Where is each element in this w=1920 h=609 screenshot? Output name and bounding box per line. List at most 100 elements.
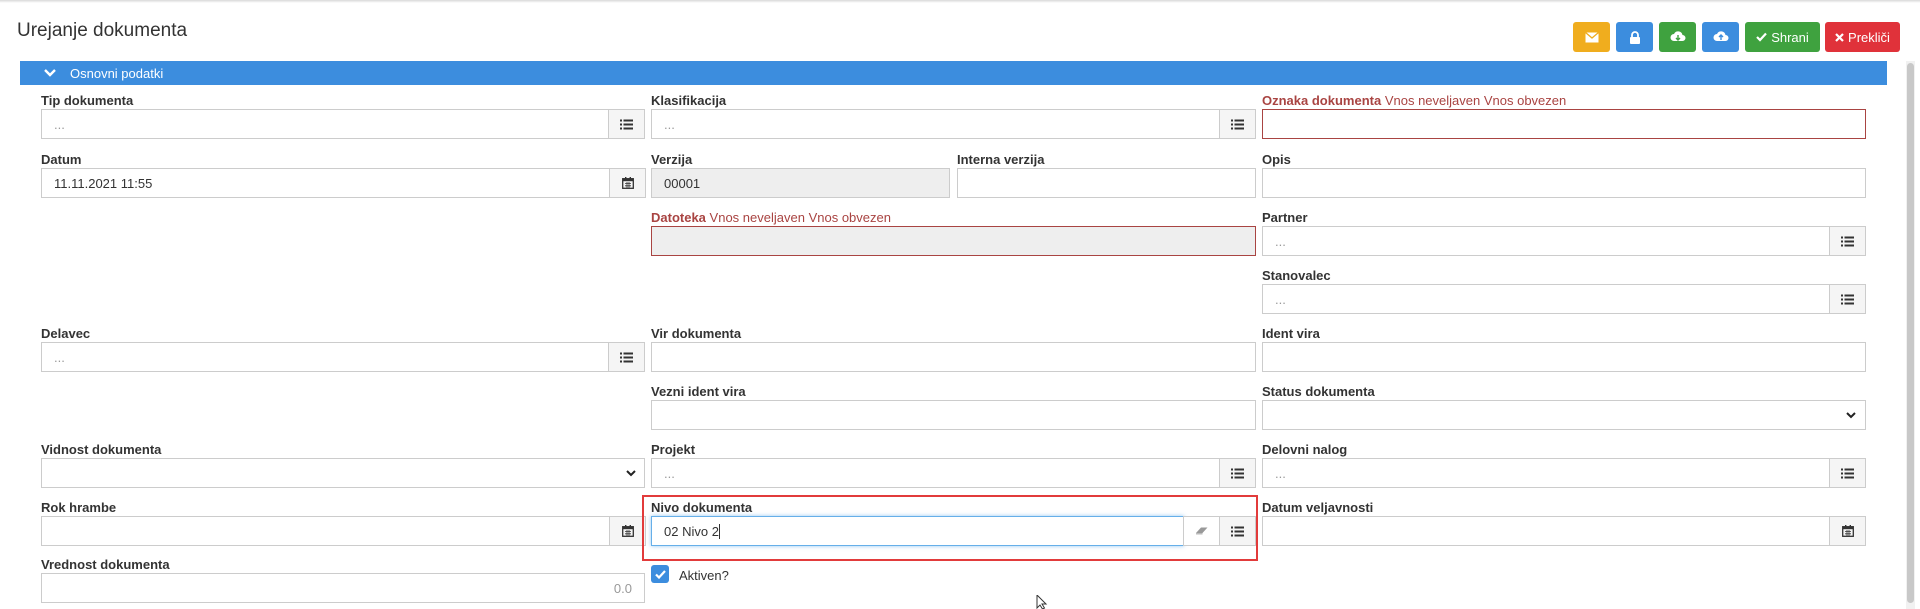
interna-verzija-input[interactable]: [957, 168, 1256, 198]
aktiven-label: Aktiven?: [679, 568, 729, 583]
klasifikacija-label: Klasifikacija: [651, 93, 727, 108]
rok-hrambe-label: Rok hrambe: [41, 500, 117, 515]
vrednost-dokumenta-input[interactable]: 0.0: [41, 573, 645, 603]
datum-label: Datum: [41, 152, 82, 167]
vrednost-dokumenta-label: Vrednost dokumenta: [41, 557, 170, 572]
list-icon: [620, 119, 633, 129]
partner-list-button[interactable]: [1829, 226, 1866, 256]
panel-header-osnovni-podatki[interactable]: Osnovni podatki: [20, 61, 1887, 85]
stanovalec-label: Stanovalec: [1262, 268, 1331, 283]
datoteka-label: Datoteka Vnos neveljaven Vnos obvezen: [651, 210, 891, 225]
oznaka-dokumenta-error-required: Vnos obvezen: [1483, 93, 1567, 108]
scrollbar-thumb[interactable]: [1907, 63, 1914, 603]
upload-button[interactable]: [1702, 22, 1739, 52]
datoteka-label-text: Datoteka: [651, 210, 706, 225]
cloud-download-icon: [1670, 31, 1685, 41]
download-button[interactable]: [1659, 22, 1696, 52]
list-icon: [1231, 468, 1244, 478]
chevron-down-icon: [626, 470, 636, 477]
list-icon: [1231, 526, 1244, 536]
mouse-cursor-icon: [1036, 595, 1048, 609]
datum-input[interactable]: 11.11.2021 11:55: [41, 168, 610, 198]
aktiven-checkbox[interactable]: [651, 565, 669, 583]
tip-dokumenta-list-button[interactable]: [608, 109, 645, 139]
datum-veljavnosti-input[interactable]: [1262, 516, 1830, 546]
tip-dokumenta-label: Tip dokumenta: [41, 93, 134, 108]
klasifikacija-list-button[interactable]: [1219, 109, 1256, 139]
cancel-button-label: Prekliči: [1848, 29, 1890, 45]
oznaka-dokumenta-label: Oznaka dokumenta Vnos neveljaven Vnos ob…: [1262, 93, 1566, 108]
rok-hrambe-calendar-button[interactable]: [609, 516, 646, 546]
verzija-input: 00001: [651, 168, 950, 198]
top-shadow: [0, 0, 1920, 3]
lock-button[interactable]: [1616, 22, 1653, 52]
list-icon: [1841, 468, 1854, 478]
scrollbar[interactable]: [1906, 61, 1915, 609]
save-button-label: Shrani: [1771, 29, 1809, 45]
tip-dokumenta-input[interactable]: ...: [41, 109, 609, 139]
verzija-label: Verzija: [651, 152, 693, 167]
calendar-icon: [621, 525, 634, 537]
oznaka-dokumenta-input[interactable]: [1262, 109, 1866, 139]
delovni-nalog-input[interactable]: ...: [1262, 458, 1830, 488]
list-icon: [620, 352, 633, 362]
delavec-input[interactable]: ...: [41, 342, 609, 372]
stanovalec-list-button[interactable]: [1829, 284, 1866, 314]
list-icon: [1231, 119, 1244, 129]
delavec-label: Delavec: [41, 326, 91, 341]
opis-input[interactable]: [1262, 168, 1866, 198]
chevron-down-icon: [1846, 412, 1856, 419]
save-button[interactable]: Shrani: [1745, 22, 1820, 52]
envelope-icon: [1584, 31, 1599, 42]
text-caret: [718, 523, 720, 539]
projekt-list-button[interactable]: [1219, 458, 1256, 488]
status-dokumenta-label: Status dokumenta: [1262, 384, 1375, 399]
rok-hrambe-input[interactable]: [41, 516, 610, 546]
ident-vira-label: Ident vira: [1262, 326, 1320, 341]
vezni-ident-vira-label: Vezni ident vira: [651, 384, 746, 399]
opis-label: Opis: [1262, 152, 1291, 167]
panel-title: Osnovni podatki: [70, 65, 164, 81]
datum-veljavnosti-label: Datum veljavnosti: [1262, 500, 1374, 515]
eraser-icon: [1195, 527, 1207, 535]
check-icon: [1756, 32, 1768, 42]
list-icon: [1841, 294, 1854, 304]
klasifikacija-input[interactable]: ...: [651, 109, 1220, 139]
delovni-nalog-list-button[interactable]: [1829, 458, 1866, 488]
delovni-nalog-label: Delovni nalog: [1262, 442, 1348, 457]
calendar-icon: [1841, 525, 1854, 537]
oznaka-dokumenta-label-text: Oznaka dokumenta: [1262, 93, 1382, 108]
status-dokumenta-select[interactable]: [1262, 400, 1866, 430]
partner-label: Partner: [1262, 210, 1308, 225]
datoteka-error-required: Vnos obvezen: [808, 210, 891, 225]
nivo-dokumenta-list-button[interactable]: [1219, 516, 1256, 546]
projekt-input[interactable]: ...: [651, 458, 1220, 488]
datum-veljavnosti-calendar-button[interactable]: [1829, 516, 1866, 546]
calendar-icon: [621, 177, 634, 189]
stanovalec-input[interactable]: ...: [1262, 284, 1830, 314]
vir-dokumenta-label: Vir dokumenta: [651, 326, 742, 341]
page-title: Urejanje dokumenta: [17, 20, 188, 41]
delavec-list-button[interactable]: [608, 342, 645, 372]
check-icon: [654, 569, 666, 579]
nivo-dokumenta-input[interactable]: 02 Nivo 2: [651, 516, 1184, 546]
datoteka-input[interactable]: [651, 226, 1256, 256]
projekt-label: Projekt: [651, 442, 696, 457]
datum-calendar-button[interactable]: [609, 168, 646, 198]
interna-verzija-label: Interna verzija: [957, 152, 1045, 167]
email-button[interactable]: [1573, 22, 1610, 52]
cancel-button[interactable]: Prekliči: [1825, 22, 1900, 52]
close-icon: [1835, 32, 1844, 42]
vir-dokumenta-input[interactable]: [651, 342, 1256, 372]
nivo-dokumenta-clear-button[interactable]: [1183, 516, 1220, 546]
vidnost-dokumenta-select[interactable]: [41, 458, 645, 488]
cloud-upload-icon: [1713, 31, 1728, 41]
partner-input[interactable]: ...: [1262, 226, 1830, 256]
list-icon: [1841, 236, 1854, 246]
lock-icon: [1629, 30, 1640, 44]
ident-vira-input[interactable]: [1262, 342, 1866, 372]
chevron-down-icon: [44, 69, 56, 77]
vidnost-dokumenta-label: Vidnost dokumenta: [41, 442, 162, 457]
nivo-dokumenta-label: Nivo dokumenta: [651, 500, 753, 515]
vezni-ident-vira-input[interactable]: [651, 400, 1256, 430]
